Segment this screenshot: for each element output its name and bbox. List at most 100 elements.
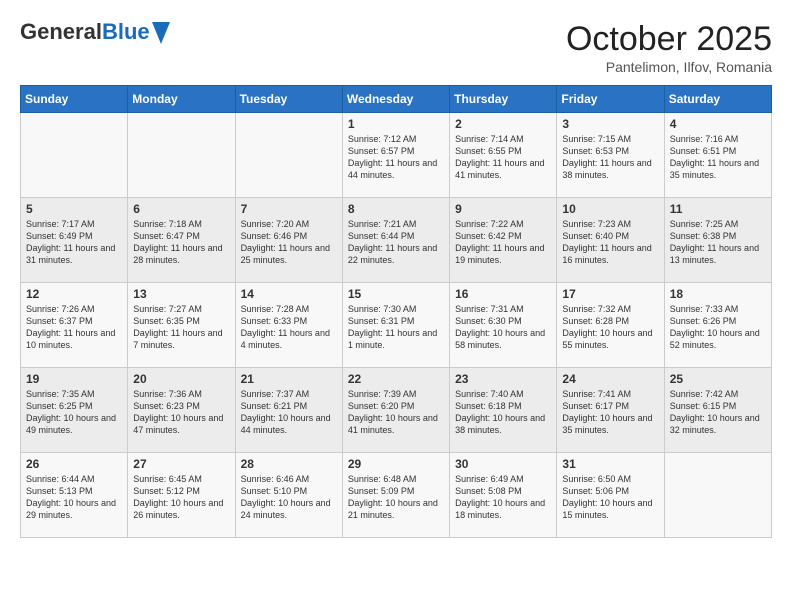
cell-text: Daylight: 10 hours and 24 minutes. [241,497,337,521]
page-header: GeneralBlue October 2025 Pantelimon, Ilf… [20,20,772,75]
week-row-3: 12Sunrise: 7:26 AMSunset: 6:37 PMDayligh… [21,283,772,368]
cell-text: Sunset: 6:33 PM [241,315,337,327]
day-number: 21 [241,372,337,386]
cell-text: Sunset: 5:12 PM [133,485,229,497]
logo-icon [152,22,170,44]
cell-text: Sunset: 6:31 PM [348,315,444,327]
cell-text: Sunrise: 6:45 AM [133,473,229,485]
cell-text: Sunrise: 7:23 AM [562,218,658,230]
header-row: SundayMondayTuesdayWednesdayThursdayFrid… [21,86,772,113]
calendar-cell: 5Sunrise: 7:17 AMSunset: 6:49 PMDaylight… [21,198,128,283]
cell-text: Daylight: 11 hours and 44 minutes. [348,157,444,181]
calendar-cell: 24Sunrise: 7:41 AMSunset: 6:17 PMDayligh… [557,368,664,453]
calendar-cell: 9Sunrise: 7:22 AMSunset: 6:42 PMDaylight… [450,198,557,283]
day-number: 16 [455,287,551,301]
cell-text: Sunset: 6:57 PM [348,145,444,157]
calendar-cell: 23 Sunrise: 7:40 AMSunset: 6:18 PMDayligh… [450,368,557,453]
cell-text: Sunrise: 7:25 AM [670,218,766,230]
cell-text: Daylight: 10 hours and 26 minutes. [133,497,229,521]
cell-text: Sunrise: 6:44 AM [26,473,122,485]
week-row-5: 26Sunrise: 6:44 AMSunset: 5:13 PMDayligh… [21,453,772,538]
cell-text: Sunrise: 7:42 AM [670,388,766,400]
logo: GeneralBlue [20,20,170,49]
cell-text: Daylight: 10 hours and 47 minutes. [133,412,229,436]
week-row-4: 19Sunrise: 7:35 AMSunset: 6:25 PMDayligh… [21,368,772,453]
cell-text: Sunrise: 6:49 AM [455,473,551,485]
cell-text: Sunset: 6:44 PM [348,230,444,242]
cell-text: Sunset: 6:53 PM [562,145,658,157]
cell-text: Daylight: 10 hours and 29 minutes. [26,497,122,521]
cell-text: Daylight: 10 hours and 15 minutes. [562,497,658,521]
calendar-table: SundayMondayTuesdayWednesdayThursdayFrid… [20,85,772,538]
cell-text: Daylight: 11 hours and 10 minutes. [26,327,122,351]
day-number: 22 [348,372,444,386]
cell-text: Sunset: 5:08 PM [455,485,551,497]
day-number: 9 [455,202,551,216]
cell-text: Sunset: 6:28 PM [562,315,658,327]
cell-text: Sunset: 6:55 PM [455,145,551,157]
cell-text: Daylight: 10 hours and 38 minutes. [455,412,551,436]
cell-text: Sunrise: 7:40 AM [455,388,551,400]
cell-text: Sunset: 6:38 PM [670,230,766,242]
day-number: 18 [670,287,766,301]
cell-text: Sunrise: 7:20 AM [241,218,337,230]
calendar-cell: 20Sunrise: 7:36 AMSunset: 6:23 PMDayligh… [128,368,235,453]
cell-text: Daylight: 11 hours and 4 minutes. [241,327,337,351]
cell-text: Sunset: 6:37 PM [26,315,122,327]
cell-text: Daylight: 10 hours and 18 minutes. [455,497,551,521]
header-cell-friday: Friday [557,86,664,113]
cell-text: Sunset: 6:51 PM [670,145,766,157]
day-number: 23 [455,372,551,386]
day-number: 7 [241,202,337,216]
cell-text: Daylight: 10 hours and 35 minutes. [562,412,658,436]
cell-text: Sunset: 6:20 PM [348,400,444,412]
header-cell-tuesday: Tuesday [235,86,342,113]
week-row-1: 1 Sunrise: 7:12 AMSunset: 6:57 PMDaylight… [21,113,772,198]
cell-text: Daylight: 10 hours and 55 minutes. [562,327,658,351]
calendar-cell: 11Sunrise: 7:25 AMSunset: 6:38 PMDayligh… [664,198,771,283]
cell-text: Sunset: 6:18 PM [455,400,551,412]
day-number: 12 [26,287,122,301]
calendar-cell: 26Sunrise: 6:44 AMSunset: 5:13 PMDayligh… [21,453,128,538]
day-number: 8 [348,202,444,216]
month-title: October 2025 [566,20,772,59]
calendar-cell: 31Sunrise: 6:50 AMSunset: 5:06 PMDayligh… [557,453,664,538]
cell-text: Daylight: 11 hours and 7 minutes. [133,327,229,351]
cell-text: Sunset: 5:10 PM [241,485,337,497]
calendar-cell: 16Sunrise: 7:31 AMSunset: 6:30 PMDayligh… [450,283,557,368]
cell-text: Sunrise: 7:39 AM [348,388,444,400]
cell-text: Daylight: 10 hours and 21 minutes. [348,497,444,521]
header-cell-monday: Monday [128,86,235,113]
calendar-cell: 22Sunrise: 7:39 AMSunset: 6:20 PMDayligh… [342,368,449,453]
calendar-cell: 2Sunrise: 7:14 AMSunset: 6:55 PMDaylight… [450,113,557,198]
day-number: 20 [133,372,229,386]
calendar-cell: 4Sunrise: 7:16 AMSunset: 6:51 PMDaylight… [664,113,771,198]
day-number: 14 [241,287,337,301]
calendar-cell: 14Sunrise: 7:28 AMSunset: 6:33 PMDayligh… [235,283,342,368]
day-number: 1 [348,117,444,131]
cell-text: Daylight: 11 hours and 25 minutes. [241,242,337,266]
calendar-cell: 12 Sunrise: 7:26 AMSunset: 6:37 PMDayligh… [21,283,128,368]
calendar-cell: 25Sunrise: 7:42 AMSunset: 6:15 PMDayligh… [664,368,771,453]
calendar-cell: 7Sunrise: 7:20 AMSunset: 6:46 PMDaylight… [235,198,342,283]
header-cell-saturday: Saturday [664,86,771,113]
cell-text: Daylight: 10 hours and 49 minutes. [26,412,122,436]
cell-text: Sunrise: 6:46 AM [241,473,337,485]
day-number: 10 [562,202,658,216]
calendar-cell: 8Sunrise: 7:21 AMSunset: 6:44 PMDaylight… [342,198,449,283]
cell-text: Sunrise: 7:16 AM [670,133,766,145]
calendar-cell [128,113,235,198]
cell-text: Sunset: 6:42 PM [455,230,551,242]
cell-text: Sunrise: 7:36 AM [133,388,229,400]
cell-text: Sunrise: 7:33 AM [670,303,766,315]
cell-text: Sunset: 6:26 PM [670,315,766,327]
week-row-2: 5Sunrise: 7:17 AMSunset: 6:49 PMDaylight… [21,198,772,283]
calendar-cell: 28Sunrise: 6:46 AMSunset: 5:10 PMDayligh… [235,453,342,538]
location-subtitle: Pantelimon, Ilfov, Romania [566,59,772,75]
cell-text: Daylight: 11 hours and 19 minutes. [455,242,551,266]
day-number: 19 [26,372,122,386]
logo-blue: Blue [102,19,150,44]
cell-text: Sunrise: 7:26 AM [26,303,122,315]
cell-text: Sunrise: 7:32 AM [562,303,658,315]
cell-text: Sunrise: 7:12 AM [348,133,444,145]
